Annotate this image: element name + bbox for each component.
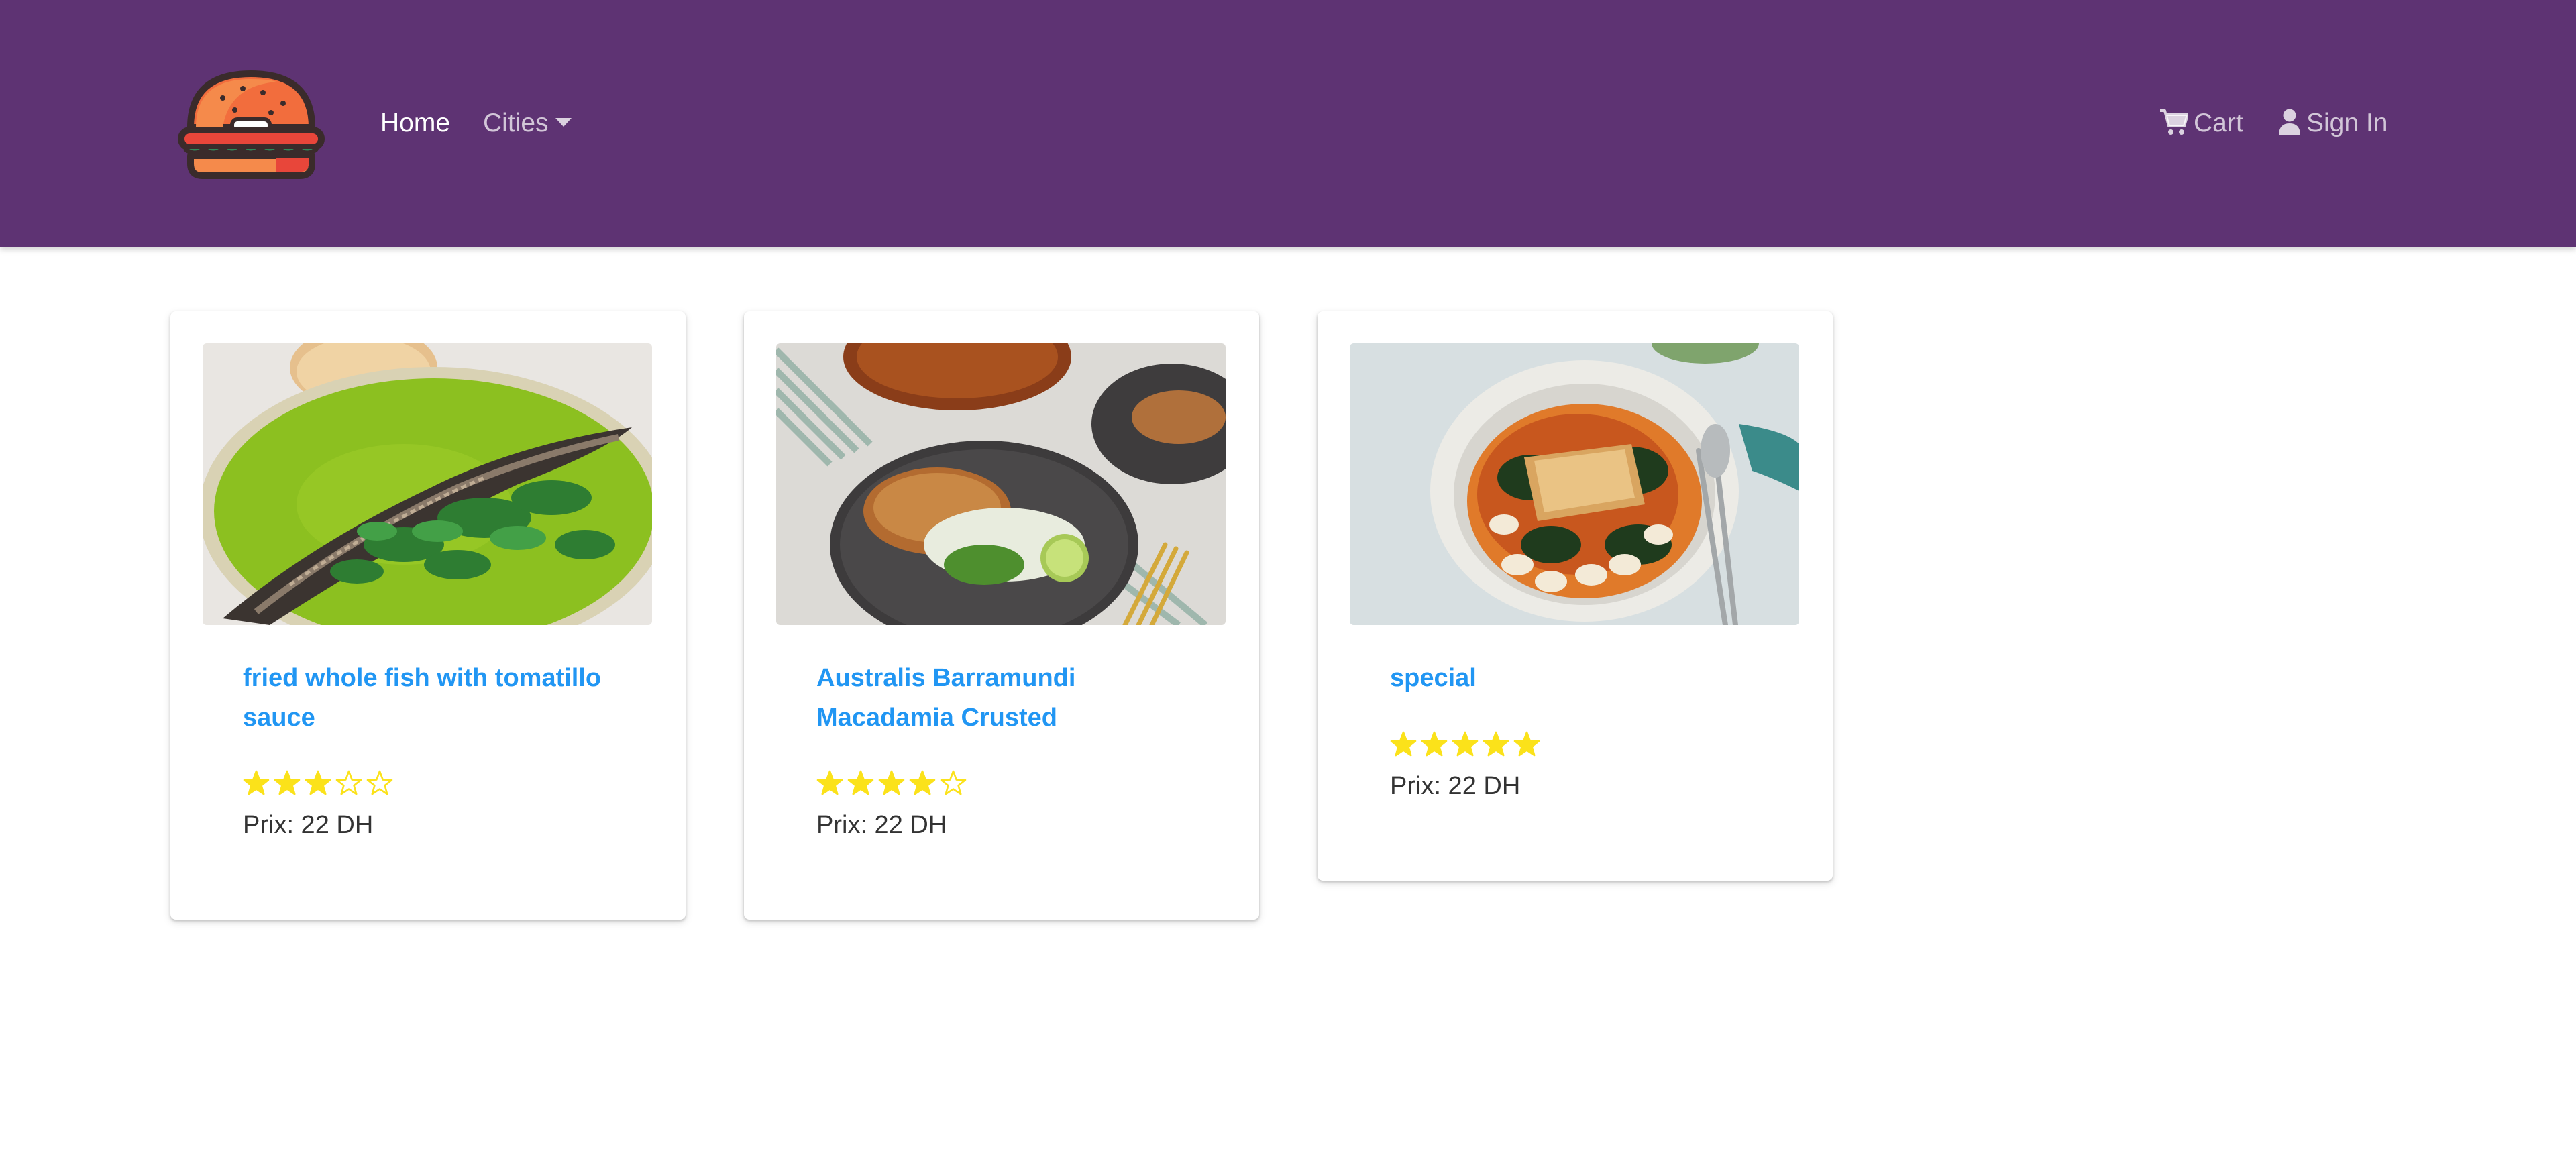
star-filled-icon [816, 770, 843, 795]
product-image[interactable] [776, 343, 1226, 625]
nav-cities-label: Cities [483, 109, 549, 137]
caret-down-icon [555, 118, 572, 127]
star-filled-icon [847, 770, 874, 795]
rating-stars [1390, 731, 1540, 762]
star-filled-icon [243, 770, 270, 795]
star-empty-icon [940, 770, 967, 795]
star-filled-icon [1390, 731, 1417, 757]
product-image[interactable] [1350, 343, 1799, 625]
rating-stars [816, 770, 967, 801]
product-price: Prix: 22 DH [243, 811, 374, 839]
nav-signin-link[interactable]: Sign In [2278, 0, 2387, 247]
star-filled-icon [1452, 731, 1479, 757]
star-filled-icon [878, 770, 905, 795]
product-card: Australis Barramundi Macadamia Crusted P… [744, 311, 1259, 920]
rating-stars [243, 770, 393, 801]
nav-home-link[interactable]: Home [380, 0, 450, 247]
star-empty-icon [335, 770, 362, 795]
star-filled-icon [274, 770, 301, 795]
product-title-link[interactable]: special [1390, 659, 1779, 698]
nav-cart-link[interactable]: Cart [2159, 0, 2243, 247]
product-price: Prix: 22 DH [816, 811, 947, 839]
nav-signin-label: Sign In [2306, 109, 2388, 137]
star-filled-icon [1421, 731, 1448, 757]
user-icon [2279, 109, 2300, 135]
product-title-link[interactable]: Australis Barramundi Macadamia Crusted [816, 659, 1205, 738]
product-price: Prix: 22 DH [1390, 772, 1521, 800]
shopping-cart-icon [2160, 109, 2188, 135]
star-filled-icon [1483, 731, 1509, 757]
star-empty-icon [366, 770, 393, 795]
star-filled-icon [1513, 731, 1540, 757]
top-navbar: Home Cities Cart Sign In [0, 0, 2576, 247]
product-card: special Prix: 22 DH [1318, 311, 1833, 881]
product-title-link[interactable]: fried whole fish with tomatillo sauce [243, 659, 632, 738]
nav-cities-dropdown[interactable]: Cities [483, 0, 572, 247]
star-filled-icon [305, 770, 331, 795]
product-image[interactable] [203, 343, 652, 625]
burger-logo-icon[interactable] [176, 66, 327, 181]
product-card: fried whole fish with tomatillo sauce Pr… [170, 311, 686, 920]
nav-cart-label: Cart [2194, 109, 2243, 137]
star-filled-icon [909, 770, 936, 795]
